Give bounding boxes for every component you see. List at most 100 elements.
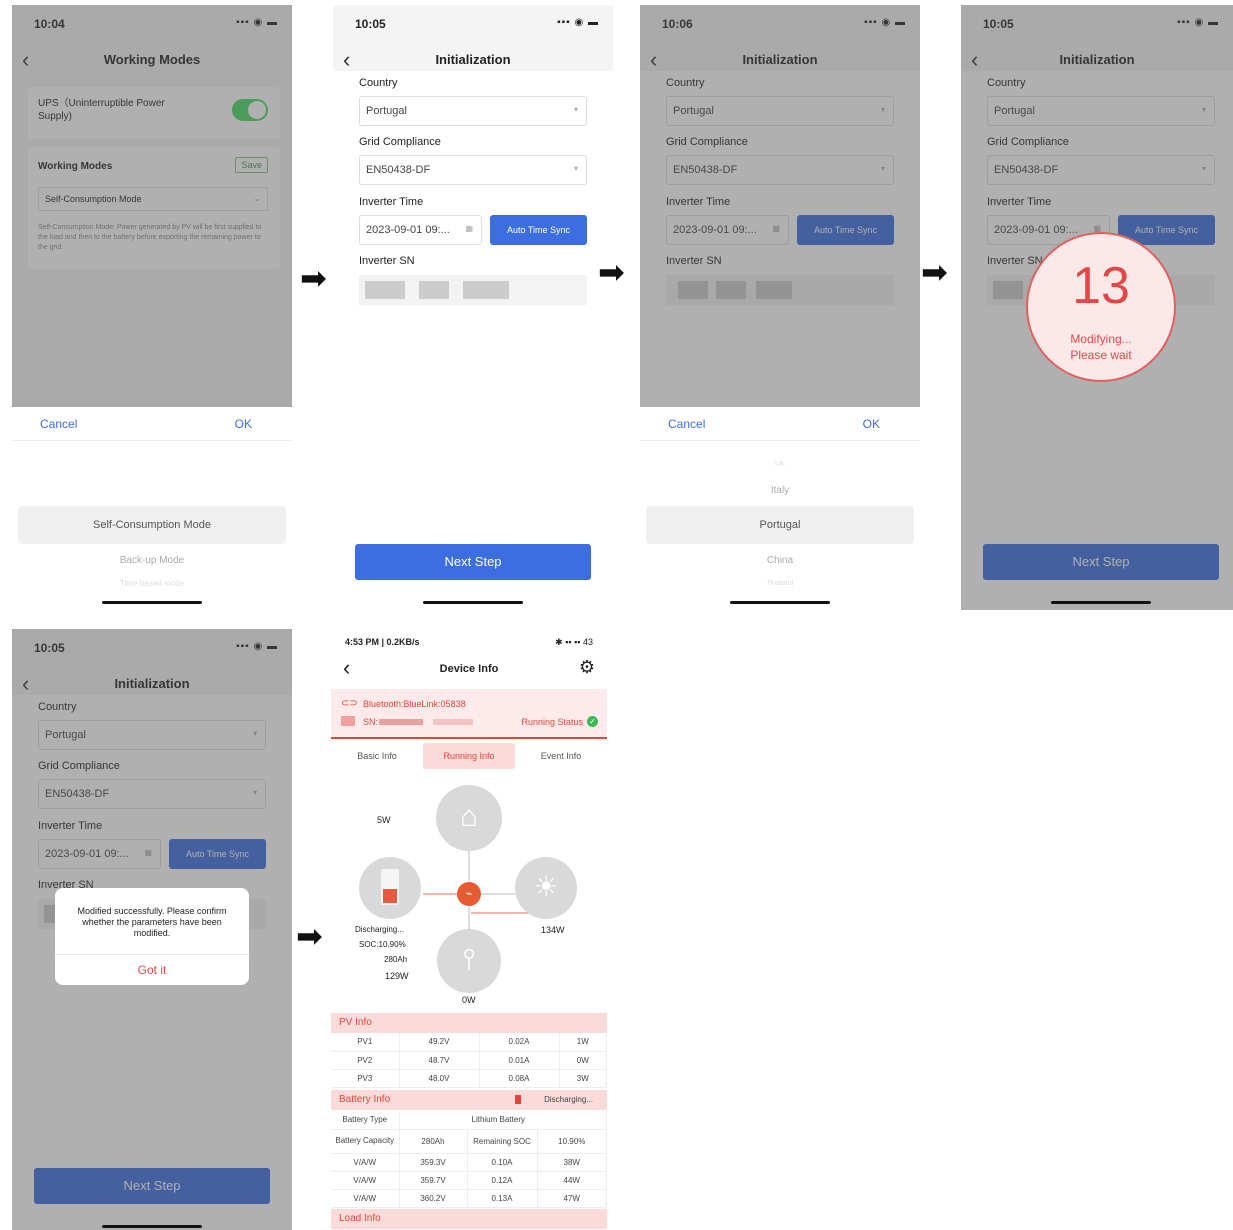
picker-option[interactable]: Thailand [640, 580, 920, 587]
table-cell: 48.7V [399, 1051, 480, 1070]
auto-sync-button[interactable]: Auto Time Sync [490, 215, 587, 245]
grid-select[interactable]: EN50438-DF ▾ [359, 155, 587, 185]
table-cell: 0.01A [479, 1051, 560, 1070]
next-step-button[interactable]: Next Step [355, 544, 591, 580]
table-cell: 0W [559, 1051, 607, 1070]
picker-option[interactable]: Italy [640, 485, 920, 496]
ok-button[interactable]: OK [235, 417, 252, 431]
table-cell: 44W [537, 1171, 607, 1190]
pv-info-table: PV1 49.2V 0.02A 1W PV2 48.7V 0.01A 0W PV3 48.0V 0.… [331, 1033, 607, 1088]
table-cell: Battery Type [331, 1111, 400, 1130]
grid-power: 0W [462, 995, 476, 1005]
table-cell: V/A/W [331, 1189, 400, 1208]
ok-button[interactable]: OK [863, 417, 880, 431]
picker-option[interactable]: Time-based mode [12, 579, 292, 588]
page-title: Device Info [439, 663, 499, 675]
sn-value-blurred [433, 719, 473, 725]
table-cell: 0.02A [479, 1033, 560, 1052]
picker-toolbar: Cancel OK [640, 407, 920, 441]
country-label: Country [359, 77, 398, 89]
energy-flow-diagram: ⌂ 5W ⌁ ☀ 134W ⫯ 0W Discharging... SOC:10… [331, 773, 607, 1013]
table-cell: 280Ah [399, 1129, 468, 1154]
arrow-right-icon: ➡ [300, 260, 327, 296]
table-cell: 360.2V [399, 1189, 468, 1208]
table-cell: 359.3V [399, 1153, 468, 1172]
battery-soc: SOC:10.90% [359, 940, 406, 949]
cancel-button[interactable]: Cancel [40, 417, 77, 431]
load-power: 134W [541, 925, 565, 935]
table-cell: 359.7V [399, 1171, 468, 1190]
picker-option[interactable]: Portugal [640, 519, 920, 531]
page-title: Initialization [435, 52, 511, 67]
table-cell: 48.0V [399, 1069, 480, 1088]
device-header: ⊂⊃ Bluetooth:BlueLink:05838 SN: Running … [331, 689, 607, 737]
sn-value-blurred [359, 275, 587, 305]
table-row: Battery Capacity 280Ah Remaining SOC 10.… [331, 1129, 607, 1154]
table-row: PV2 48.7V 0.01A 0W [331, 1051, 607, 1070]
link-icon: ⊂⊃ [341, 698, 358, 709]
modal-overlay[interactable] [640, 5, 920, 407]
tab-basic-info[interactable]: Basic Info [331, 743, 423, 769]
device-icon [341, 716, 355, 726]
pv-info-header: PV Info [331, 1013, 607, 1033]
arrow-right-icon: ➡ [921, 254, 948, 290]
screen-modifying: 10:05 ▪▪▪ ◉ ▬ ‹ Initialization Country P… [961, 5, 1233, 610]
table-row: V/A/W 359.7V 0.12A 44W [331, 1171, 607, 1190]
battery-icon [359, 857, 421, 919]
table-cell: 0.12A [467, 1171, 538, 1190]
picker-option[interactable]: UK [640, 461, 920, 468]
table-row: PV3 48.0V 0.08A 3W [331, 1069, 607, 1088]
tab-event-info[interactable]: Event Info [515, 743, 607, 769]
picker-option[interactable]: Back-up Mode [12, 555, 292, 566]
table-cell: PV1 [331, 1033, 400, 1052]
modifying-text: Modifying... [1070, 332, 1132, 346]
table-cell: 38W [537, 1153, 607, 1172]
battery-info-title: Battery Info [339, 1094, 391, 1105]
battery-info-table: Battery Type Lithium Battery Battery Cap… [331, 1111, 607, 1208]
table-row: Battery Type Lithium Battery [331, 1111, 607, 1130]
gear-icon[interactable]: ⚙ [579, 657, 595, 678]
modal-overlay[interactable] [12, 5, 292, 407]
country-select[interactable]: Portugal ▾ [359, 96, 587, 126]
home-indicator [423, 601, 523, 604]
bluetooth-text: Bluetooth:BlueLink:05838 [363, 699, 466, 709]
time-field[interactable]: 2023-09-01 09:... ▦ [359, 215, 482, 245]
table-cell: Remaining SOC [467, 1129, 538, 1154]
calendar-icon: ▦ [465, 224, 473, 233]
table-cell: 1W [559, 1033, 607, 1052]
picker-option[interactable]: China [640, 555, 920, 566]
table-cell: 49.2V [399, 1033, 480, 1052]
home-indicator [1051, 601, 1151, 604]
sn-label: SN: [363, 717, 379, 727]
home-icon: ⌂ [436, 785, 502, 851]
status-bar: 4:53 PM | 0.2KB/s ✱ ▪▪ ▪▪ 43 [331, 629, 607, 653]
please-wait-text: Please wait [1070, 348, 1132, 362]
nav-bar: ‹ Initialization [333, 43, 613, 77]
home-indicator [102, 601, 202, 604]
chevron-down-icon: ▾ [573, 105, 578, 114]
sn-label: Inverter SN [359, 255, 415, 267]
battery-power: 129W [385, 971, 409, 981]
got-it-button[interactable]: Got it [55, 963, 249, 977]
table-cell: V/A/W [331, 1171, 400, 1190]
grid-value: EN50438-DF [366, 164, 431, 176]
table-cell: PV3 [331, 1069, 400, 1088]
sn-value-blurred [379, 719, 423, 725]
picker-option[interactable]: Self-Consumption Mode [12, 519, 292, 531]
battery-state: Discharging... [355, 925, 404, 934]
dialog-message: Modified successfully. Please confirm wh… [77, 906, 227, 938]
table-cell: Lithium Battery [399, 1111, 607, 1130]
status-left: 4:53 PM | 0.2KB/s [345, 637, 420, 647]
table-cell: V/A/W [331, 1153, 400, 1172]
cancel-button[interactable]: Cancel [668, 417, 705, 431]
arrow-right-icon: ➡ [598, 254, 625, 290]
screen-success: 10:05 ▪▪▪ ◉ ▬ ‹ Initialization Country P… [12, 629, 292, 1230]
screen-country-picker: 10:06 ▪▪▪ ◉ ▬ ‹ Initialization Country P… [640, 5, 920, 610]
screen-device-info: 4:53 PM | 0.2KB/s ✱ ▪▪ ▪▪ 43 ‹ Device In… [331, 629, 607, 1230]
battery-info-status: Discharging... [544, 1095, 593, 1104]
grid-label: Grid Compliance [359, 136, 441, 148]
table-row: V/A/W 359.3V 0.10A 38W [331, 1153, 607, 1172]
countdown-number: 13 [1072, 257, 1130, 315]
table-cell: PV2 [331, 1051, 400, 1070]
tab-running-info[interactable]: Running Info [423, 743, 515, 769]
